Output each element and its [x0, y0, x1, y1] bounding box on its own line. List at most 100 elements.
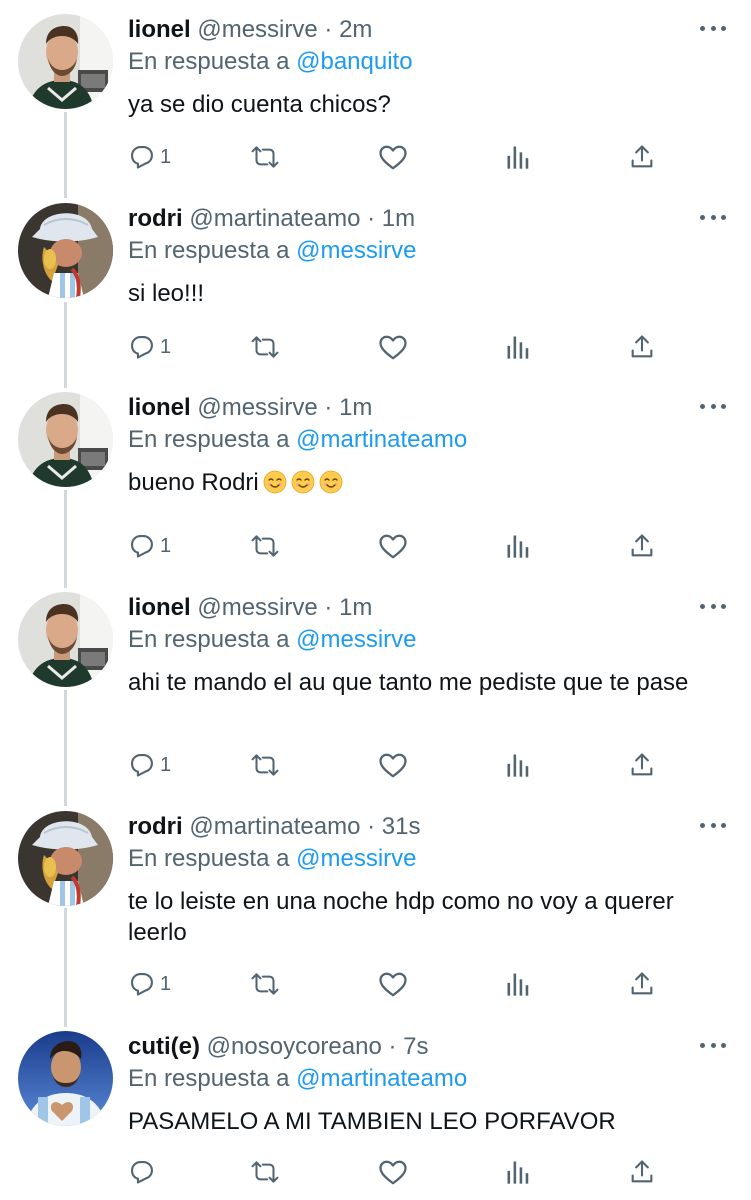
- share-icon: [628, 143, 656, 171]
- lionel-avatar[interactable]: [18, 592, 113, 687]
- share-icon: [628, 970, 656, 998]
- replying-to-handle[interactable]: @messirve: [296, 626, 416, 653]
- views-button[interactable]: [504, 964, 532, 1004]
- retweet-button[interactable]: [248, 526, 282, 566]
- share-button[interactable]: [628, 1152, 656, 1192]
- reply-icon: [128, 532, 156, 560]
- lionel-avatar[interactable]: [18, 392, 113, 487]
- like-button[interactable]: [378, 327, 408, 367]
- tweet-content: lionel @messirve · 1m En respuesta a @me…: [128, 592, 738, 698]
- replying-to-label: En respuesta a: [128, 237, 290, 264]
- tweet-text-body: PASAMELO A MI TAMBIEN LEO PORFAVOR: [128, 1108, 616, 1135]
- retweet-icon: [248, 751, 282, 779]
- smiling-face-emoji: [259, 469, 287, 496]
- views-button[interactable]: [504, 137, 532, 177]
- display-name[interactable]: lionel: [128, 16, 191, 43]
- views-button[interactable]: [504, 526, 532, 566]
- like-button[interactable]: [378, 1152, 408, 1192]
- views-icon: [504, 333, 532, 361]
- replying-to-handle[interactable]: @messirve: [296, 845, 416, 872]
- retweet-button[interactable]: [248, 1152, 282, 1192]
- replying-to-label: En respuesta a: [128, 845, 290, 872]
- timestamp[interactable]: 7s: [403, 1033, 428, 1060]
- timestamp[interactable]: 1m: [339, 594, 372, 621]
- share-button[interactable]: [628, 137, 656, 177]
- replying-to-label: En respuesta a: [128, 1065, 290, 1092]
- heart-icon: [378, 532, 408, 560]
- retweet-button[interactable]: [248, 327, 282, 367]
- more-icon[interactable]: [700, 1035, 726, 1055]
- share-button[interactable]: [628, 964, 656, 1004]
- user-handle[interactable]: @martinateamo: [189, 813, 360, 840]
- reply-button[interactable]: 1: [128, 137, 171, 177]
- reply-button[interactable]: 1: [128, 526, 171, 566]
- more-icon[interactable]: [700, 596, 726, 616]
- timestamp[interactable]: 31s: [382, 813, 421, 840]
- retweet-button[interactable]: [248, 137, 282, 177]
- views-button[interactable]: [504, 745, 532, 785]
- like-button[interactable]: [378, 526, 408, 566]
- replying-to: En respuesta a @messirve: [128, 624, 738, 655]
- tweet-header: rodri @martinateamo · 31s: [128, 811, 738, 843]
- replying-to-handle[interactable]: @martinateamo: [296, 1065, 467, 1092]
- views-button[interactable]: [504, 1152, 532, 1192]
- share-button[interactable]: [628, 327, 656, 367]
- replying-to-handle[interactable]: @martinateamo: [296, 426, 467, 453]
- display-name[interactable]: lionel: [128, 594, 191, 621]
- share-button[interactable]: [628, 745, 656, 785]
- more-icon[interactable]: [700, 18, 726, 38]
- smiling-face-emoji: [315, 469, 343, 496]
- display-name[interactable]: rodri: [128, 205, 183, 232]
- more-icon[interactable]: [700, 207, 726, 227]
- like-button[interactable]: [378, 137, 408, 177]
- display-name[interactable]: lionel: [128, 394, 191, 421]
- lionel-avatar[interactable]: [18, 14, 113, 109]
- replying-to-handle[interactable]: @messirve: [296, 237, 416, 264]
- tweet-header: cuti(e) @nosoycoreano · 7s: [128, 1031, 738, 1063]
- retweet-icon: [248, 143, 282, 171]
- retweet-button[interactable]: [248, 964, 282, 1004]
- user-handle[interactable]: @martinateamo: [189, 205, 360, 232]
- tweet-content: lionel @messirve · 2m En respuesta a @ba…: [128, 14, 738, 120]
- like-button[interactable]: [378, 745, 408, 785]
- retweet-icon: [248, 532, 282, 560]
- more-icon[interactable]: [700, 815, 726, 835]
- retweet-icon: [248, 1158, 282, 1186]
- reply-icon: [128, 143, 156, 171]
- reply-button[interactable]: [128, 1152, 160, 1192]
- retweet-button[interactable]: [248, 745, 282, 785]
- share-button[interactable]: [628, 526, 656, 566]
- user-handle[interactable]: @nosoycoreano: [207, 1033, 382, 1060]
- reply-button[interactable]: 1: [128, 327, 171, 367]
- views-icon: [504, 970, 532, 998]
- tweet-actions: 1: [128, 745, 688, 785]
- tweet-actions: 1: [128, 327, 688, 367]
- tweet-text-body: ahi te mando el au que tanto me pediste …: [128, 669, 689, 696]
- tweet-text-body: bueno Rodri: [128, 469, 259, 496]
- display-name[interactable]: rodri: [128, 813, 183, 840]
- cuti-avatar[interactable]: [18, 1031, 113, 1126]
- tweet-text-body: ya se dio cuenta chicos?: [128, 91, 391, 118]
- timestamp[interactable]: 1m: [339, 394, 372, 421]
- tweet-text: ya se dio cuenta chicos?: [128, 89, 708, 120]
- timestamp[interactable]: 1m: [382, 205, 415, 232]
- replying-to-handle[interactable]: @banquito: [296, 48, 412, 75]
- rodri-avatar[interactable]: [18, 811, 113, 906]
- tweet-text-body: si leo!!!: [128, 280, 205, 307]
- rodri-avatar[interactable]: [18, 203, 113, 298]
- user-handle[interactable]: @messirve: [197, 594, 317, 621]
- replying-to: En respuesta a @banquito: [128, 46, 738, 77]
- user-handle[interactable]: @messirve: [197, 394, 317, 421]
- more-icon[interactable]: [700, 396, 726, 416]
- user-handle[interactable]: @messirve: [197, 16, 317, 43]
- reply-button[interactable]: 1: [128, 964, 171, 1004]
- like-button[interactable]: [378, 964, 408, 1004]
- views-button[interactable]: [504, 327, 532, 367]
- reply-button[interactable]: 1: [128, 745, 171, 785]
- tweet-header: lionel @messirve · 1m: [128, 592, 738, 624]
- heart-icon: [378, 751, 408, 779]
- replying-to: En respuesta a @messirve: [128, 843, 738, 874]
- tweet-header: rodri @martinateamo · 1m: [128, 203, 738, 235]
- display-name[interactable]: cuti(e): [128, 1033, 200, 1060]
- timestamp[interactable]: 2m: [339, 16, 372, 43]
